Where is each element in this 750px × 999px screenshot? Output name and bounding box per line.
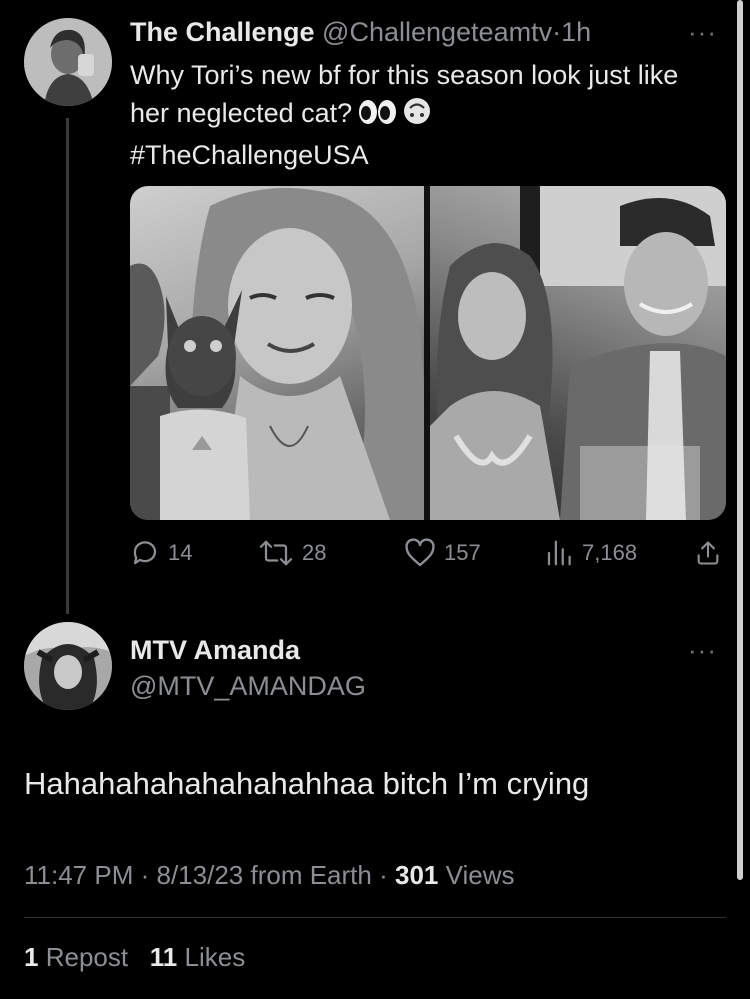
more-options-icon[interactable]: ··· bbox=[688, 637, 717, 663]
repost-button[interactable]: 28 bbox=[258, 538, 326, 568]
likes-link[interactable]: 11 Likes bbox=[150, 942, 245, 972]
avatar[interactable] bbox=[24, 18, 112, 106]
photo-right[interactable] bbox=[430, 186, 726, 520]
eyes-emoji-icon bbox=[358, 98, 398, 136]
views-icon bbox=[547, 540, 571, 566]
display-name[interactable]: The Challenge bbox=[130, 17, 315, 47]
repost-count: 28 bbox=[302, 540, 327, 565]
source: from Earth bbox=[250, 860, 372, 890]
upside-down-face-icon bbox=[402, 96, 432, 136]
tweet-text: Why Tori’s new bf for this season look j… bbox=[130, 56, 720, 174]
like-button[interactable]: 157 bbox=[404, 538, 481, 568]
avatar[interactable] bbox=[24, 622, 112, 710]
views-label: Views bbox=[445, 860, 515, 890]
divider bbox=[24, 917, 726, 918]
more-options-icon[interactable]: ··· bbox=[688, 19, 717, 45]
reply-icon bbox=[133, 541, 157, 565]
tweet-metadata: 11:47 PM · 8/13/23 from Earth · 301 View… bbox=[24, 858, 515, 892]
likes-label: Likes bbox=[184, 942, 246, 972]
handle[interactable]: @Challengeteamtv bbox=[322, 17, 552, 47]
share-icon bbox=[697, 541, 719, 565]
views-count: 301 bbox=[395, 860, 439, 890]
hashtag-link[interactable]: #TheChallengeUSA bbox=[130, 140, 369, 170]
separator: · bbox=[379, 860, 388, 890]
thread-line bbox=[66, 118, 69, 614]
display-name[interactable]: MTV Amanda bbox=[130, 633, 300, 667]
views-count: 7,168 bbox=[582, 540, 638, 565]
reposts-link[interactable]: 1 Repost bbox=[24, 942, 128, 972]
handle[interactable]: @MTV_AMANDAG bbox=[130, 669, 366, 703]
tweet-header: The Challenge @Challengeteamtv·1h bbox=[130, 14, 591, 50]
reposts-label: Repost bbox=[45, 942, 129, 972]
timestamp[interactable]: 11:47 PM bbox=[24, 860, 133, 890]
share-button[interactable] bbox=[694, 538, 730, 568]
repost-icon bbox=[259, 540, 293, 566]
likes-count: 11 bbox=[149, 942, 178, 972]
views-button[interactable]: 7,168 bbox=[544, 538, 637, 568]
reply-count: 14 bbox=[168, 540, 193, 565]
scrollbar[interactable] bbox=[737, 0, 743, 880]
separator: · bbox=[140, 860, 150, 890]
reposts-count: 1 bbox=[24, 942, 39, 972]
like-count: 157 bbox=[444, 540, 481, 565]
separator: · bbox=[552, 17, 562, 47]
engagement-stats: 1 Repost 11 Likes bbox=[24, 940, 245, 974]
heart-icon bbox=[405, 538, 435, 567]
reply-button[interactable]: 14 bbox=[130, 538, 192, 568]
media-grid[interactable] bbox=[130, 186, 726, 520]
date[interactable]: 8/13/23 bbox=[157, 860, 244, 890]
photo-left[interactable] bbox=[130, 186, 424, 520]
tweet-text: Hahahahahahahahahhaa bitch I’m crying bbox=[24, 766, 590, 801]
timestamp[interactable]: 1h bbox=[561, 17, 591, 47]
